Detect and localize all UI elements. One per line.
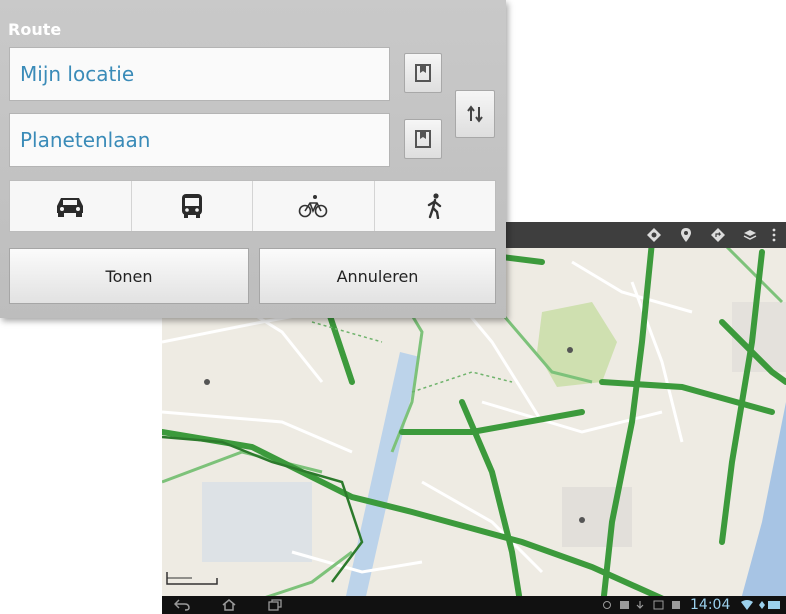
battery-icon xyxy=(759,601,780,609)
mode-bicycle[interactable] xyxy=(253,181,375,231)
cancel-button[interactable]: Annuleren xyxy=(259,248,496,304)
bookmark-icon xyxy=(415,130,431,148)
car-icon xyxy=(57,198,84,217)
status-clock: 14:04 xyxy=(690,597,731,613)
back-icon[interactable] xyxy=(174,599,190,611)
dialog-title: Route xyxy=(8,20,62,39)
mode-walking[interactable] xyxy=(375,181,496,231)
recent-apps-icon[interactable] xyxy=(268,599,282,611)
bookmark-icon xyxy=(415,64,431,82)
from-input[interactable] xyxy=(10,48,389,100)
directions-icon[interactable] xyxy=(710,227,726,243)
bicycle-icon xyxy=(298,195,328,218)
notification-icons xyxy=(603,600,680,610)
travel-mode-bar xyxy=(9,180,496,232)
to-bookmark-button[interactable] xyxy=(404,119,442,159)
walking-icon xyxy=(427,193,441,219)
mode-car[interactable] xyxy=(10,181,132,231)
swap-button[interactable] xyxy=(455,90,495,138)
bus-icon xyxy=(181,194,202,218)
route-dialog: Route Mijn locatie Planetenlaan Tonen An… xyxy=(0,0,506,318)
pin-icon[interactable] xyxy=(678,227,694,243)
from-field[interactable] xyxy=(9,47,390,101)
layers-icon[interactable] xyxy=(646,227,662,243)
home-icon[interactable] xyxy=(222,599,236,611)
stack-icon[interactable] xyxy=(742,227,758,243)
wifi-icon xyxy=(741,600,753,610)
system-navigation-bar: 14:04 xyxy=(162,596,786,614)
mode-transit[interactable] xyxy=(132,181,253,231)
to-input[interactable] xyxy=(10,114,389,166)
show-button[interactable]: Tonen xyxy=(9,248,249,304)
menu-icon[interactable] xyxy=(770,227,778,243)
swap-icon xyxy=(467,105,483,123)
from-bookmark-button[interactable] xyxy=(404,53,442,93)
to-field[interactable] xyxy=(9,113,390,167)
